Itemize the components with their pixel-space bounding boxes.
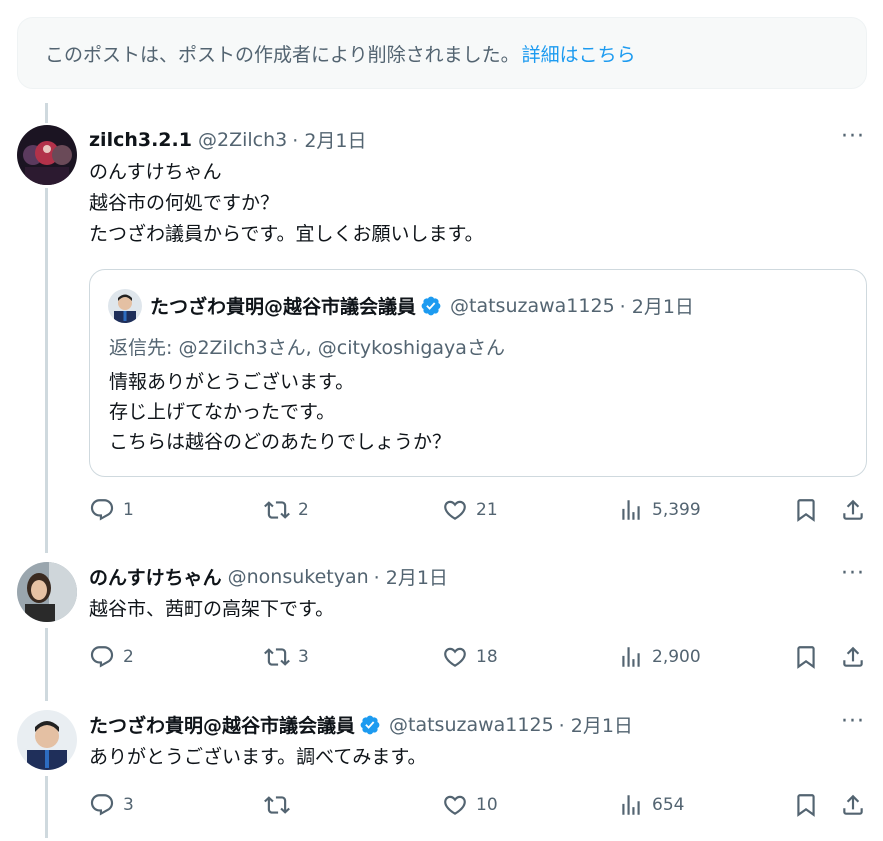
bookmark-button[interactable]	[793, 792, 819, 818]
reply-icon	[89, 644, 115, 670]
like-button[interactable]: 21	[442, 497, 498, 523]
reply-icon	[89, 792, 115, 818]
like-count: 21	[476, 500, 498, 520]
reply-button[interactable]: 1	[89, 497, 134, 523]
views-button[interactable]: 654	[618, 792, 684, 818]
like-count: 18	[476, 647, 498, 667]
share-button[interactable]	[840, 792, 866, 818]
repost-button[interactable]	[264, 792, 298, 818]
reply-count: 2	[123, 647, 134, 667]
verified-badge-icon	[359, 714, 381, 736]
like-count: 10	[476, 795, 498, 815]
share-button[interactable]	[840, 644, 866, 670]
action-bar: 2 3 18 2,900	[89, 644, 867, 674]
display-name[interactable]: たつざわ貴明@越谷市議会議員	[89, 711, 355, 738]
user-handle[interactable]: @2Zilch3	[198, 129, 287, 151]
repost-count: 2	[298, 500, 309, 520]
reply-icon	[89, 497, 115, 523]
like-button[interactable]: 10	[442, 792, 498, 818]
tweet-header: zilch3.2.1 @2Zilch3 · 2月1日	[89, 126, 367, 153]
bookmark-icon	[793, 644, 819, 670]
quoted-avatar	[108, 289, 142, 323]
thread-connector-line	[45, 628, 48, 701]
views-icon	[618, 792, 644, 818]
quoted-handle: @tatsuzawa1125	[450, 294, 615, 317]
like-button[interactable]: 18	[442, 644, 498, 670]
deleted-post-notice: このポストは、ポストの作成者により削除されました。 詳細はこちら	[17, 17, 867, 89]
display-name[interactable]: zilch3.2.1	[89, 129, 192, 151]
share-icon	[840, 792, 866, 818]
quoted-post[interactable]: たつざわ貴明@越谷市議会議員 @tatsuzawa1125 · 2月1日 返信先…	[89, 269, 867, 477]
avatar-zilch[interactable]	[17, 125, 77, 185]
more-options-icon[interactable]: ···	[841, 711, 865, 733]
like-icon	[442, 497, 468, 523]
learn-more-link[interactable]: 詳細はこちら	[522, 40, 636, 67]
share-button[interactable]	[840, 497, 866, 523]
tweet-text: のんすけちゃん 越谷市の何処ですか？ たつざわ議員からです。宜しくお願いします。	[89, 161, 484, 245]
thread-connector-line	[45, 776, 48, 838]
views-button[interactable]: 2,900	[618, 644, 701, 670]
verified-badge-icon	[420, 295, 442, 317]
bookmark-icon	[793, 792, 819, 818]
more-options-icon[interactable]: ···	[841, 126, 865, 148]
quoted-text: 情報ありがとうございます。 存じ上げてなかったです。 こちらは越谷のどのあたりで…	[109, 371, 452, 453]
thread-connector-line	[45, 103, 48, 123]
views-button[interactable]: 5,399	[618, 497, 701, 523]
share-icon	[840, 497, 866, 523]
tweet-header: たつざわ貴明@越谷市議会議員 @tatsuzawa1125 · 2月1日	[89, 711, 633, 738]
reply-count: 3	[123, 795, 134, 815]
action-bar: 1 2 21 5,399	[89, 497, 867, 527]
quoted-date: · 2月1日	[619, 296, 694, 318]
repost-button[interactable]: 2	[264, 497, 309, 523]
post-date[interactable]: · 2月1日	[374, 563, 448, 590]
deleted-notice-text: このポストは、ポストの作成者により削除されました。	[45, 43, 520, 66]
post-date[interactable]: · 2月1日	[559, 711, 633, 738]
repost-count: 3	[298, 647, 309, 667]
bookmark-button[interactable]	[793, 644, 819, 670]
like-icon	[442, 792, 468, 818]
repost-icon	[264, 644, 290, 670]
reply-count: 1	[123, 500, 134, 520]
views-icon	[618, 644, 644, 670]
thread-connector-line	[45, 188, 48, 553]
repost-icon	[264, 792, 290, 818]
quoted-display-name: たつざわ貴明@越谷市議会議員	[150, 296, 417, 318]
views-icon	[618, 497, 644, 523]
avatar-nonsuketyan[interactable]	[17, 562, 77, 622]
tweet-text: 越谷市、茜町の高架下です。	[89, 598, 335, 620]
more-options-icon[interactable]: ···	[841, 563, 865, 585]
repost-button[interactable]: 3	[264, 644, 309, 670]
quoted-reply-to: 返信先: @2Zilch3さん, @citykoshigayaさん	[109, 337, 505, 359]
reply-button[interactable]: 3	[89, 792, 134, 818]
avatar-tatsuzawa[interactable]	[17, 710, 77, 770]
view-count: 5,399	[652, 500, 701, 520]
tweet-text: ありがとうございます。調べてみます。	[89, 746, 427, 768]
view-count: 654	[652, 795, 685, 815]
bookmark-icon	[793, 497, 819, 523]
like-icon	[442, 644, 468, 670]
post-date[interactable]: · 2月1日	[292, 126, 366, 153]
view-count: 2,900	[652, 647, 701, 667]
repost-icon	[264, 497, 290, 523]
share-icon	[840, 644, 866, 670]
bookmark-button[interactable]	[793, 497, 819, 523]
tweet-header: のんすけちゃん @nonsuketyan · 2月1日	[89, 563, 448, 590]
reply-button[interactable]: 2	[89, 644, 134, 670]
user-handle[interactable]: @nonsuketyan	[228, 566, 369, 588]
action-bar: 3 10 654	[89, 792, 867, 822]
quoted-header: たつざわ貴明@越谷市議会議員 @tatsuzawa1125 · 2月1日	[150, 292, 694, 319]
display-name[interactable]: のんすけちゃん	[89, 563, 222, 590]
user-handle[interactable]: @tatsuzawa1125	[389, 714, 554, 736]
